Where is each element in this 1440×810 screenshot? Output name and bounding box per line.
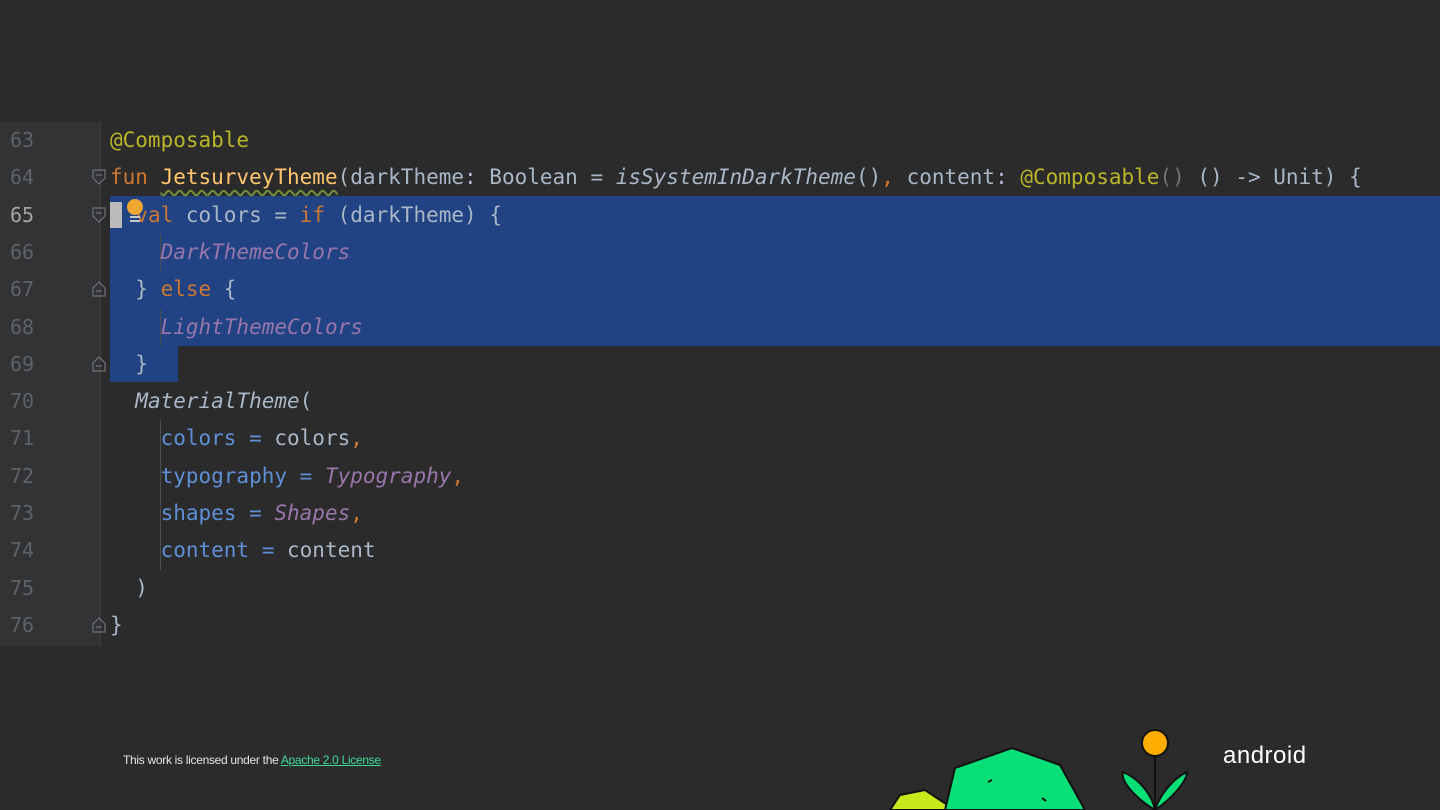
code-token: , (350, 501, 363, 525)
code-token: ) (110, 575, 148, 600)
code-token: (darkTheme: Boolean = (337, 165, 616, 190)
code-token: , (451, 463, 465, 488)
code-token: LightThemeColors (160, 314, 363, 339)
code-line[interactable]: 69 } (0, 346, 1440, 383)
android-logo: android (1223, 742, 1307, 769)
code-token: JetsurveyTheme (160, 165, 338, 190)
code-token: fun (110, 165, 161, 190)
code-token: Typography (324, 463, 452, 488)
line-number: 74 (10, 538, 35, 563)
line-number: 75 (10, 575, 35, 600)
code-line[interactable]: 72 typography = Typography, (0, 458, 1440, 495)
code-token: , (350, 426, 363, 451)
code-token: colors (274, 426, 351, 451)
code-text: shapes = Shapes, (110, 495, 363, 532)
code-text: val colors = if (darkTheme) { (110, 197, 502, 234)
code-token: content (287, 538, 376, 563)
code-line[interactable]: 76} (0, 607, 1440, 644)
code-token: DarkThemeColors (160, 239, 351, 264)
code-token: colors = (160, 426, 275, 451)
code-text: content = content (110, 532, 376, 569)
line-number: 76 (10, 612, 35, 637)
code-token: shapes = (160, 501, 275, 525)
text-caret (110, 202, 122, 228)
code-line[interactable]: 67 } else { (0, 271, 1440, 308)
code-token: ( (299, 389, 313, 414)
line-number: 67 (10, 277, 35, 302)
line-number: 71 (10, 426, 35, 451)
code-line[interactable]: 75 ) (0, 570, 1440, 607)
fold-icon[interactable] (92, 281, 106, 297)
code-token: else (160, 277, 224, 302)
code-token: () -> Unit) { (1197, 165, 1362, 190)
line-number: 73 (10, 501, 35, 525)
code-token: if (299, 202, 338, 227)
line-number: 63 (10, 128, 35, 152)
code-token: () (1159, 165, 1198, 190)
license-link[interactable]: Apache 2.0 License (281, 753, 381, 767)
fold-icon[interactable] (92, 169, 106, 186)
code-text: } (110, 346, 148, 383)
code-token: content = (160, 538, 288, 563)
code-text: MaterialTheme( (110, 383, 312, 420)
code-token: (darkTheme) { (337, 202, 502, 227)
line-number: 69 (10, 351, 35, 376)
line-number: 72 (10, 463, 35, 488)
code-text: fun JetsurveyTheme(darkTheme: Boolean = … (110, 159, 1362, 196)
fold-icon[interactable] (92, 206, 106, 223)
code-line[interactable]: 68 LightThemeColors (0, 309, 1440, 346)
code-text: @Composable (110, 122, 249, 159)
code-token: , (881, 165, 907, 190)
code-text: LightThemeColors (110, 309, 363, 346)
code-token: } (110, 277, 161, 302)
code-line[interactable]: 63 @Composable (0, 122, 1440, 159)
code-token: colors = (185, 202, 300, 227)
code-text: colors = colors, (110, 420, 363, 457)
code-line[interactable]: 73 shapes = Shapes, (0, 495, 1440, 532)
code-line[interactable]: 64 fun JetsurveyTheme(darkTheme: Boolean … (0, 159, 1440, 196)
fold-icon[interactable] (92, 617, 106, 633)
line-number: 68 (10, 314, 35, 339)
code-token: MaterialTheme (135, 389, 300, 414)
code-token: @Composable (1020, 165, 1160, 190)
code-line[interactable]: 71 colors = colors, (0, 420, 1440, 457)
code-token: content: (906, 165, 1021, 190)
line-number: 64 (10, 165, 35, 190)
code-text: ) (110, 570, 148, 607)
code-token: isSystemInDarkTheme (615, 165, 856, 190)
code-token: } (110, 612, 123, 637)
code-token: } (110, 351, 148, 376)
code-editor[interactable]: 63 @Composable 64 fun JetsurveyTheme(darkTh… (0, 122, 1440, 646)
code-token: () (855, 165, 882, 190)
code-token: Shapes (274, 501, 351, 525)
slide: 63 @Composable 64 fun JetsurveyTheme(darkTh… (0, 0, 1440, 810)
code-line[interactable]: 74 content = content (0, 532, 1440, 569)
line-number: 70 (10, 389, 35, 414)
line-number: 65 (10, 202, 35, 227)
code-line[interactable]: 66 DarkThemeColors (0, 234, 1440, 271)
code-text: } (110, 607, 123, 644)
code-text: DarkThemeColors (110, 234, 351, 271)
plant-illustration (888, 729, 1189, 810)
license-notice: This work is licensed under the Apache 2… (123, 753, 381, 767)
intention-bulb-icon[interactable] (124, 198, 146, 226)
code-line[interactable]: 65 val colors = if (darkTheme) { (0, 197, 1440, 234)
code-token: { (223, 277, 237, 302)
line-number: 66 (10, 239, 35, 264)
fold-icon[interactable] (92, 355, 106, 372)
code-text: typography = Typography, (110, 458, 464, 495)
code-text: } else { (110, 271, 236, 308)
code-line[interactable]: 70 MaterialTheme( (0, 383, 1440, 420)
license-prefix: This work is licensed under the (123, 753, 281, 767)
code-token: @Composable (110, 128, 250, 152)
code-token: typography = (160, 463, 325, 488)
